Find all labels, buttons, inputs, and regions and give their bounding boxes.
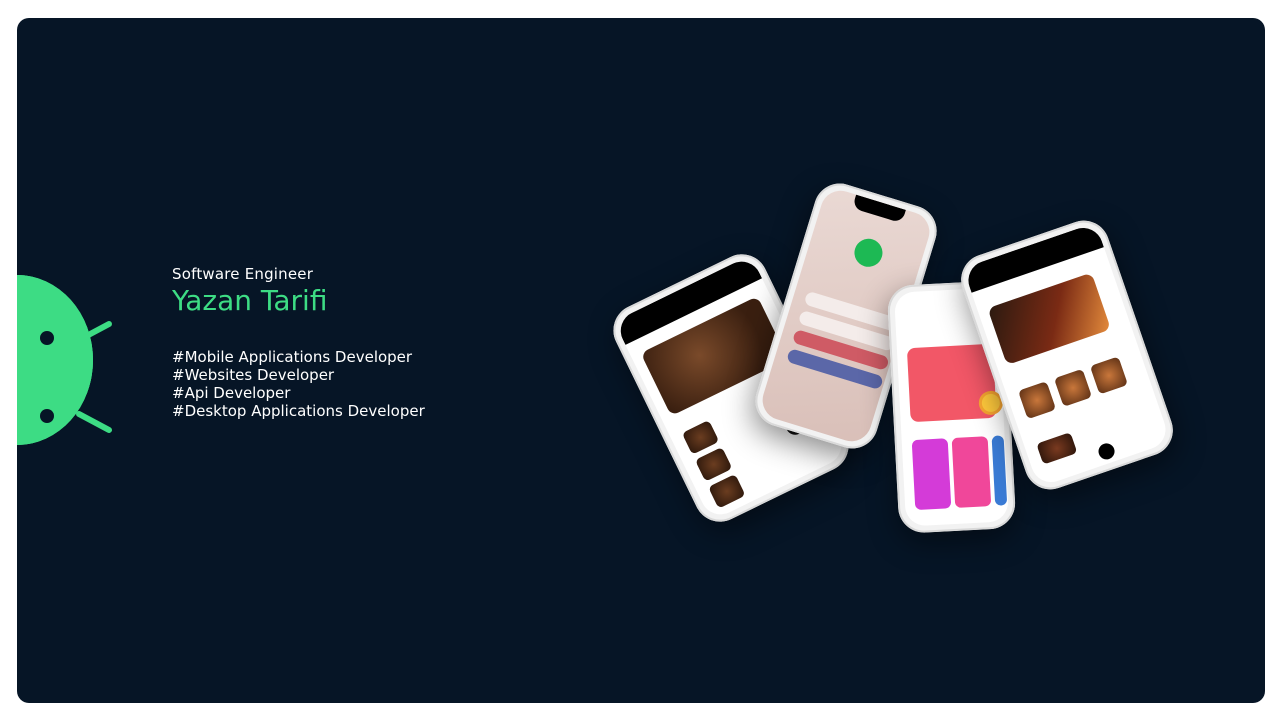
hero-banner: Software Engineer Yazan Tarifi #Mobile A… xyxy=(17,18,1265,703)
forecast-day-card xyxy=(911,438,952,511)
skill-item: #Websites Developer xyxy=(172,366,335,385)
category-thumbnail xyxy=(1053,368,1093,407)
recipe-thumbnail xyxy=(681,419,720,455)
sun-icon xyxy=(981,393,1001,413)
phone-notch xyxy=(852,194,906,224)
food-hero-image xyxy=(987,272,1112,366)
recommended-thumbnail xyxy=(1036,432,1078,465)
forecast-day-card xyxy=(951,436,992,508)
skill-item: #Mobile Applications Developer xyxy=(172,348,413,367)
recipe-thumbnail xyxy=(708,473,746,509)
forecast-day-card xyxy=(991,435,1008,506)
app-logo-icon xyxy=(850,235,886,271)
skill-item: #Desktop Applications Developer xyxy=(172,402,425,421)
category-thumbnail xyxy=(1018,381,1057,420)
skill-item: #Api Developer xyxy=(172,384,291,403)
compass-icon xyxy=(1096,441,1117,462)
developer-name: Yazan Tarifi xyxy=(172,284,328,317)
skills-list: #Mobile Applications Developer #Websites… xyxy=(172,348,425,420)
job-title: Software Engineer xyxy=(172,265,314,283)
intro-block: Software Engineer Yazan Tarifi #Mobile A… xyxy=(172,265,425,420)
android-logo-icon xyxy=(17,275,112,445)
category-thumbnail xyxy=(1089,356,1129,395)
weather-card xyxy=(906,343,1001,423)
